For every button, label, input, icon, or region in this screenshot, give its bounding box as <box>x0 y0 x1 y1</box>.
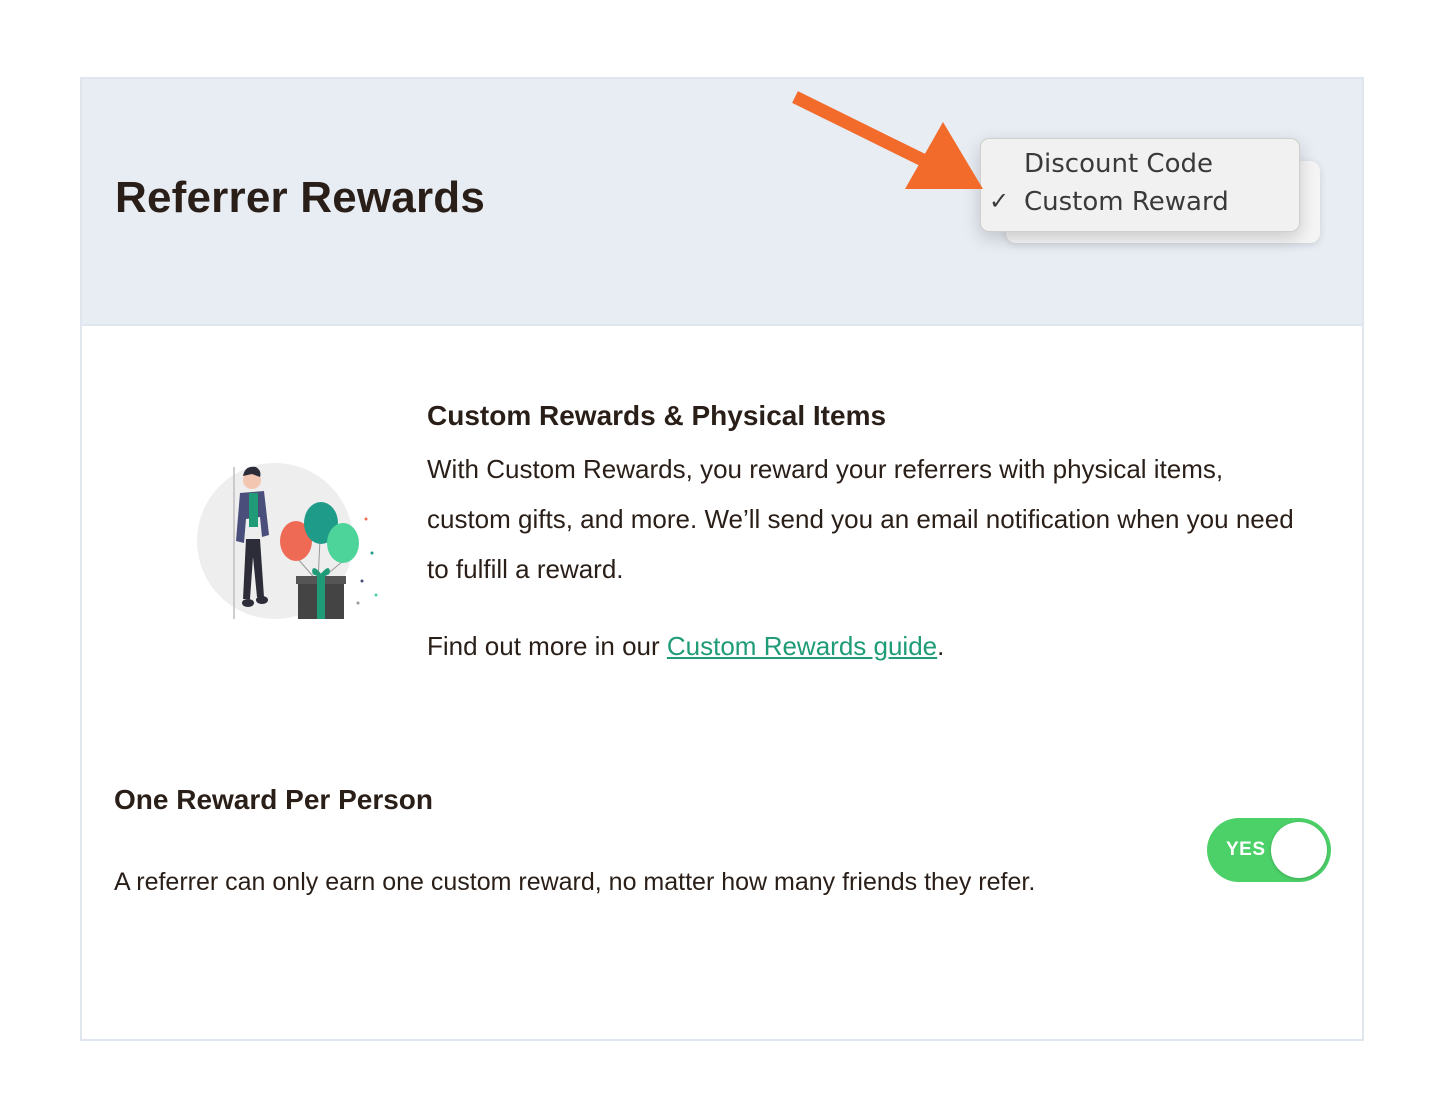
one-reward-per-person-toggle[interactable]: YES <box>1207 818 1331 882</box>
page-title: Referrer Rewards <box>115 173 486 222</box>
check-icon: ✓ <box>989 187 1010 215</box>
custom-rewards-guide-link[interactable]: Custom Rewards guide <box>667 631 937 661</box>
guide-suffix: . <box>937 631 945 661</box>
one-reward-per-person-title: One Reward Per Person <box>114 784 434 815</box>
toggle-label: YES <box>1226 839 1266 860</box>
menu-item-custom-reward[interactable]: ✓ Custom Reward <box>981 183 1299 221</box>
guide-line: Find out more in our Custom Rewards guid… <box>427 631 944 662</box>
menu-item-label: Custom Reward <box>1024 187 1229 217</box>
toggle-knob[interactable] <box>1271 822 1327 878</box>
card-header: Referrer Rewards Discount Code ✓ Custom … <box>82 79 1362 326</box>
referrer-rewards-card: Referrer Rewards Discount Code ✓ Custom … <box>80 77 1364 1041</box>
person-balloons-gift-illustration <box>197 463 378 619</box>
custom-rewards-title: Custom Rewards & Physical Items <box>427 400 887 431</box>
menu-item-discount-code[interactable]: Discount Code <box>981 145 1299 183</box>
custom-rewards-description: With Custom Rewards, you reward your ref… <box>427 454 1294 584</box>
reward-type-dropdown-menu[interactable]: Discount Code ✓ Custom Reward <box>980 138 1300 232</box>
menu-item-label: Discount Code <box>1024 149 1213 179</box>
one-reward-per-person-description: A referrer can only earn one custom rewa… <box>114 868 1036 896</box>
annotation-arrow-icon <box>792 91 983 189</box>
guide-prefix: Find out more in our <box>427 631 667 661</box>
